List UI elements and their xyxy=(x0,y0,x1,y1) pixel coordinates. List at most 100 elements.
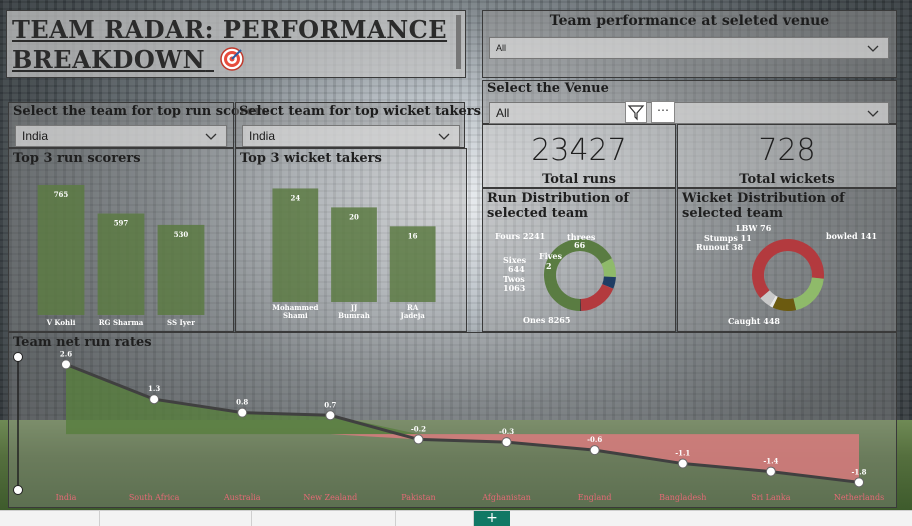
donut-slice xyxy=(769,295,778,308)
venue-performance-panel: Team performance at seleted venue All xyxy=(482,10,897,78)
bar-value-label: 24 xyxy=(290,193,300,202)
wicket-distribution-panel: Wicket Distribution of selected team LBW… xyxy=(677,188,897,332)
donut-slice xyxy=(601,258,616,278)
nrr-value-label: -0.6 xyxy=(587,435,602,444)
bar-category-label: Shami xyxy=(283,311,308,320)
range-slider-handle xyxy=(13,485,23,495)
nrr-value-label: -1.4 xyxy=(763,457,778,466)
page-tab[interactable] xyxy=(0,511,100,526)
donut-slice xyxy=(580,283,614,311)
nrr-point xyxy=(325,410,336,421)
bar-value-label: 597 xyxy=(114,219,129,228)
page-tab[interactable] xyxy=(396,511,474,526)
nrr-team-label: Afghanistan xyxy=(481,493,531,502)
nrr-team-label: Australia xyxy=(223,493,261,502)
donut-slice xyxy=(793,277,824,311)
total-runs-value: 23427 xyxy=(531,133,627,168)
runout-label: Runout 38 xyxy=(696,242,744,252)
page-tab[interactable] xyxy=(100,511,252,526)
total-wickets-caption: Total wickets xyxy=(739,172,835,187)
wicket-team-value: India xyxy=(249,129,276,143)
range-slider-handle xyxy=(13,352,23,362)
bar-category-label: SS Iyer xyxy=(167,318,195,327)
top-run-scorers-chart: 765 V Kohli 597 RG Sharma 530 SS Iyer xyxy=(37,184,205,327)
nrr-point xyxy=(854,477,864,488)
run-distribution-panel: Run Distribution of selected team Fours … xyxy=(482,188,676,332)
total-wickets-card: 728 Total wickets xyxy=(677,124,897,188)
more-options-button[interactable]: ⋯ xyxy=(651,101,675,123)
bar xyxy=(97,213,145,315)
nrr-team-label: South Africa xyxy=(129,493,180,502)
nrr-point xyxy=(677,458,688,469)
positive-area xyxy=(66,364,859,435)
bar-value-label: 20 xyxy=(349,212,359,221)
page-tab[interactable] xyxy=(252,511,396,526)
nrr-value-label: 1.3 xyxy=(148,384,160,393)
run-team-filter-panel: Select the team for top run scorers Indi… xyxy=(8,102,269,148)
nrr-value-label: -0.2 xyxy=(411,424,426,433)
nrr-value-label: 2.6 xyxy=(60,349,72,358)
fours-label: Fours 2241 xyxy=(495,231,546,241)
title-scrollbar[interactable] xyxy=(456,15,461,69)
top-wicket-takers-chart: 24MohammedShami20JJBumrah16RAJadeja xyxy=(272,188,436,320)
nrr-point xyxy=(237,407,248,418)
caught-label: Caught 448 xyxy=(728,316,780,326)
chevron-down-icon xyxy=(438,133,450,140)
nrr-point xyxy=(149,394,160,405)
bar-category-label: Bumrah xyxy=(338,311,370,320)
venue-performance-label: Team performance at seleted venue xyxy=(549,13,830,29)
wicket-team-dropdown[interactable]: India xyxy=(242,125,460,147)
top-run-scorers-panel: Top 3 run scorers 765 V Kohli 597 RG Sharma… xyxy=(8,148,234,332)
donut-slice xyxy=(760,290,776,306)
dashboard-title-box: TEAM RADAR: PERFORMANCE BREAKDOWN xyxy=(6,10,466,78)
bar xyxy=(272,188,319,302)
venue-performance-value: All xyxy=(496,43,507,53)
bar-category-label: Jadeja xyxy=(400,311,426,320)
fives-label: Fives xyxy=(539,251,562,261)
venue-select-label: Select the Venue xyxy=(487,81,609,96)
run-team-value: India xyxy=(22,129,49,143)
nrr-team-label: Pakistan xyxy=(401,493,435,502)
nrr-team-label: Netherlands xyxy=(834,493,884,502)
bar-value-label: 765 xyxy=(54,190,69,199)
venue-performance-dropdown[interactable]: All xyxy=(489,37,889,59)
chevron-down-icon xyxy=(867,110,879,117)
wicket-distribution-donut xyxy=(752,239,824,311)
bowled-label: bowled 141 xyxy=(826,231,878,241)
add-page-button[interactable]: + xyxy=(474,511,510,526)
nrr-point xyxy=(413,434,424,445)
nrr-point xyxy=(501,437,512,448)
venue-select-panel: Select the Venue All ⋯ xyxy=(482,80,897,124)
top-wicket-takers-panel: Top 3 wicket takers 24 Mohammed Shami 20 JJ B… xyxy=(235,148,467,332)
threes-value: 66 xyxy=(574,240,586,250)
nrr-team-label: England xyxy=(578,493,612,502)
filter-button[interactable] xyxy=(625,101,647,123)
bar-category-label: V Kohli xyxy=(46,318,76,327)
bar-value-label: 16 xyxy=(408,231,418,240)
more-options-icon: ⋯ xyxy=(657,103,669,117)
wicket-team-filter-label: Select team for top wicket takers xyxy=(239,104,481,119)
nrr-team-label: India xyxy=(56,493,77,502)
nrr-value-label: 0.7 xyxy=(324,400,336,409)
bar-value-label: 530 xyxy=(174,230,189,239)
venue-select-dropdown[interactable]: All xyxy=(489,102,889,124)
dashboard-title: TEAM RADAR: PERFORMANCE BREAKDOWN xyxy=(12,15,452,75)
donut-slice xyxy=(772,296,797,311)
nrr-value-label: -1.1 xyxy=(675,449,690,458)
total-runs-card: 23427 Total runs xyxy=(482,124,676,188)
nrr-value-label: 0.8 xyxy=(236,398,248,407)
total-wickets-value: 728 xyxy=(758,133,816,168)
run-team-dropdown[interactable]: India xyxy=(15,125,227,147)
venue-select-value: All xyxy=(496,106,510,120)
nrr-team-label: Bangladesh xyxy=(659,493,706,502)
total-runs-caption: Total runs xyxy=(542,172,616,187)
filter-icon xyxy=(627,105,645,121)
nrr-point xyxy=(589,445,600,456)
nrr-team-label: Sri Lanka xyxy=(751,493,790,502)
net-run-rate-chart: 2.6 India 1.3 South Africa 0.8 Australia 0.7 Ne… xyxy=(13,349,884,502)
run-team-filter-label: Select the team for top run scorers xyxy=(13,104,269,119)
chevron-down-icon xyxy=(867,45,879,52)
nrr-value-label: -0.3 xyxy=(499,427,514,436)
nrr-point xyxy=(765,466,776,477)
page-tabs-bar: + xyxy=(0,510,912,526)
